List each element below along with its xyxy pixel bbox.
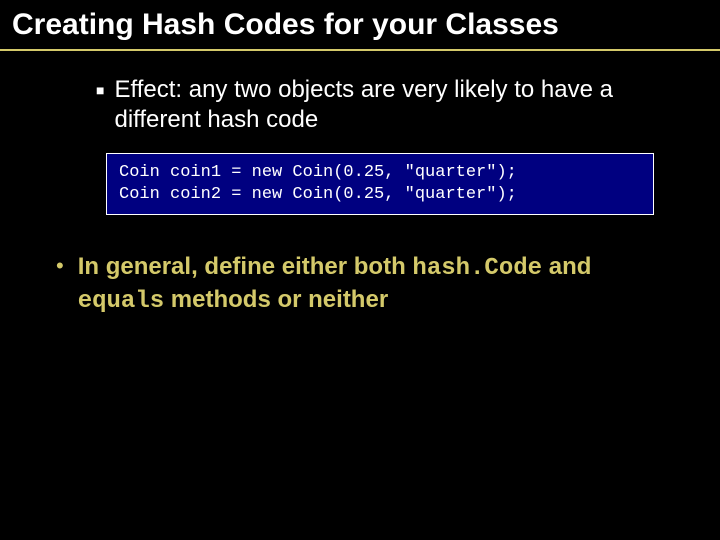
- code-equals: equals: [78, 288, 164, 315]
- slide-content: ■ Effect: any two objects are very likel…: [0, 51, 720, 318]
- text-part-1: In general, define either both: [78, 253, 413, 280]
- slide: Creating Hash Codes for your Classes ■ E…: [0, 0, 720, 540]
- bullet-general-text: In general, define either both hash.Code…: [78, 251, 684, 317]
- code-hashcode: hash.Code: [412, 255, 542, 282]
- code-block: Coin coin1 = new Coin(0.25, "quarter"); …: [106, 153, 654, 215]
- square-bullet-icon: ■: [96, 82, 104, 98]
- slide-title: Creating Hash Codes for your Classes: [0, 0, 720, 51]
- dot-bullet-icon: •: [56, 253, 64, 279]
- text-part-3: methods or neither: [164, 286, 388, 313]
- bullet-effect: ■ Effect: any two objects are very likel…: [96, 75, 684, 135]
- bullet-effect-text: Effect: any two objects are very likely …: [114, 75, 664, 135]
- bullet-general: • In general, define either both hash.Co…: [56, 251, 684, 317]
- text-part-2: and: [542, 253, 591, 280]
